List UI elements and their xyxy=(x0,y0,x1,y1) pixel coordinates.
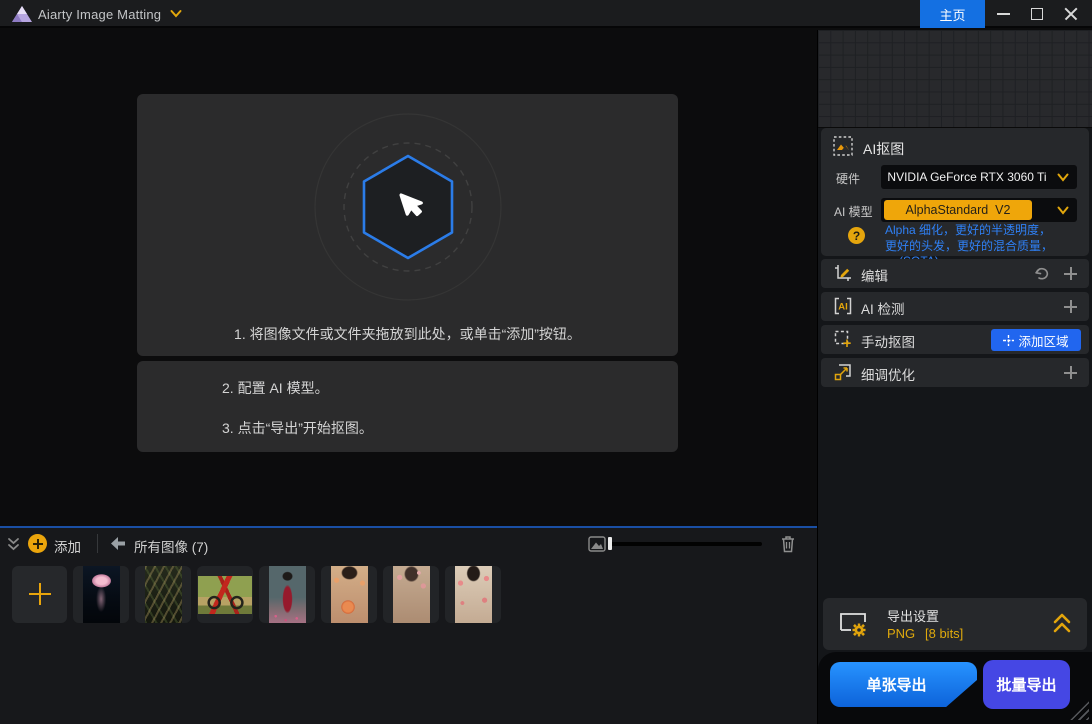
drop-hexagon-cursor-icon xyxy=(303,102,513,312)
thumbnail-image xyxy=(331,566,368,623)
close-button[interactable] xyxy=(1056,0,1086,28)
batch-export-button[interactable]: 批量导出 xyxy=(983,660,1070,709)
instruction-step3: 3. 点击“导出”开始抠图。 xyxy=(222,418,373,438)
minimize-button[interactable] xyxy=(988,0,1018,28)
thumbnail-woman-garden[interactable] xyxy=(383,566,439,623)
export-settings-icon xyxy=(839,610,869,638)
chevron-down-icon xyxy=(1057,206,1069,215)
undo-button[interactable] xyxy=(1033,265,1049,281)
back-arrow-icon[interactable] xyxy=(110,537,126,550)
instruction-panel: 2. 配置 AI 模型。 3. 点击“导出”开始抠图。 xyxy=(137,361,678,452)
thumbnail-image xyxy=(145,566,182,623)
instruction-step2: 2. 配置 AI 模型。 xyxy=(222,378,329,398)
ai-matting-section: AI抠图 硬件 NVIDIA GeForce RTX 3060 Ti AI 模型… xyxy=(821,128,1089,256)
section-manual-matting-label: 手动抠图 xyxy=(861,331,915,351)
expand-refine-button[interactable] xyxy=(1064,366,1077,379)
thumbnail-woman-bouquet[interactable] xyxy=(321,566,377,623)
model-value-pill: AlphaStandard V2 xyxy=(884,200,1032,220)
titlebar: Aiarty Image Matting 主页 xyxy=(0,0,1092,28)
thumbnail-forest-branches[interactable] xyxy=(135,566,191,623)
collapse-chevron-up-icon[interactable] xyxy=(1053,612,1071,634)
minimize-icon xyxy=(997,13,1010,15)
section-ai-detect[interactable]: AI AI 检测 xyxy=(821,292,1089,321)
thumbnail-image xyxy=(198,576,252,614)
thumbnail-image xyxy=(393,566,430,623)
refine-icon xyxy=(834,363,852,381)
thumbnail-image xyxy=(269,566,306,623)
add-region-button[interactable]: 添加区域 xyxy=(991,329,1081,351)
export-bit-depth: [8 bits] xyxy=(925,626,963,641)
export-settings-card[interactable]: 导出设置 PNG [8 bits] xyxy=(823,598,1087,650)
slider-handle[interactable] xyxy=(608,537,612,550)
thumbnail-strip xyxy=(12,566,501,623)
toolbar-divider xyxy=(97,534,98,553)
svg-text:AI: AI xyxy=(838,302,848,313)
export-settings-title: 导出设置 xyxy=(887,606,939,625)
ai-matting-title: AI抠图 xyxy=(863,139,904,159)
model-help-icon[interactable]: ? xyxy=(848,227,865,244)
export-format: PNG xyxy=(887,626,915,641)
add-images-label: 添加 xyxy=(54,536,81,556)
chevron-down-icon xyxy=(1057,173,1069,182)
hardware-value: NVIDIA GeForce RTX 3060 Ti xyxy=(881,165,1053,189)
section-refine-label: 细调优化 xyxy=(861,364,915,384)
thumbnail-mountain-bike[interactable] xyxy=(197,566,253,623)
section-refine[interactable]: 细调优化 xyxy=(821,358,1089,387)
canvas-area: 1. 将图像文件或文件夹拖放到此处，或单击“添加”按钮。 2. 配置 AI 模型… xyxy=(0,30,817,526)
section-ai-detect-label: AI 检测 xyxy=(861,298,905,318)
instruction-step1: 1. 将图像文件或文件夹拖放到此处，或单击“添加”按钮。 xyxy=(137,324,678,344)
model-description-line1: Alpha 细化，更好的半透明度， xyxy=(885,221,1051,238)
app-window: Aiarty Image Matting 主页 1. 将图像文件或文件夹拖放到此… xyxy=(0,0,1092,724)
thumbnail-jellyfish[interactable] xyxy=(73,566,129,623)
hardware-label: 硬件 xyxy=(836,170,860,187)
add-images-button[interactable] xyxy=(28,534,47,553)
dropzone[interactable]: 1. 将图像文件或文件夹拖放到此处，或单击“添加”按钮。 xyxy=(137,94,678,356)
model-description-text: 更好的头发，更好的混合质量， xyxy=(885,239,1053,253)
expand-edit-button[interactable] xyxy=(1064,267,1077,280)
maximize-icon xyxy=(1031,8,1043,20)
thumbnail-zoom-slider[interactable] xyxy=(609,542,762,546)
all-images-filter-label: 所有图像 (7) xyxy=(134,536,208,556)
crosshair-plus-icon xyxy=(1003,335,1014,346)
model-select[interactable]: AlphaStandard V2 xyxy=(881,198,1077,222)
ai-detect-icon: AI xyxy=(834,297,852,315)
export-actions: 单张导出 批量导出 xyxy=(818,652,1092,724)
app-menu-chevron-down-icon[interactable] xyxy=(170,9,182,19)
app-logo-icon xyxy=(11,5,33,23)
thumbnail-woman-roses[interactable] xyxy=(445,566,501,623)
home-button[interactable]: 主页 xyxy=(920,0,985,28)
expand-ai-detect-button[interactable] xyxy=(1064,300,1077,313)
filmstrip-collapse-chevron-icon[interactable] xyxy=(7,537,20,551)
trash-icon[interactable] xyxy=(780,535,796,553)
edit-icon xyxy=(834,264,852,282)
ai-matting-icon xyxy=(833,136,853,156)
add-image-tile[interactable] xyxy=(12,566,67,623)
section-edit-label: 编辑 xyxy=(861,265,888,285)
maximize-button[interactable] xyxy=(1022,0,1052,28)
sidebar: AI抠图 硬件 NVIDIA GeForce RTX 3060 Ti AI 模型… xyxy=(817,30,1092,724)
add-region-label: 添加区域 xyxy=(1018,331,1068,350)
app-title: Aiarty Image Matting xyxy=(38,7,161,22)
transparency-grid-preview xyxy=(818,30,1092,128)
window-resize-grip[interactable] xyxy=(1069,700,1089,720)
manual-matting-icon xyxy=(834,330,852,348)
single-export-button[interactable]: 单张导出 xyxy=(830,662,977,707)
thumbnail-image xyxy=(83,566,120,623)
hardware-select[interactable]: NVIDIA GeForce RTX 3060 Ti xyxy=(881,165,1077,189)
model-label: AI 模型 xyxy=(834,203,873,220)
thumbnail-image xyxy=(455,566,492,623)
thumbnail-woman-red-dress[interactable] xyxy=(259,566,315,623)
section-edit[interactable]: 编辑 xyxy=(821,259,1089,288)
close-icon xyxy=(1064,7,1078,21)
section-manual-matting[interactable]: 手动抠图 添加区域 xyxy=(821,325,1089,354)
thumbnail-size-icon xyxy=(588,536,606,552)
filmstrip-panel: 添加 所有图像 (7) xyxy=(0,526,817,724)
